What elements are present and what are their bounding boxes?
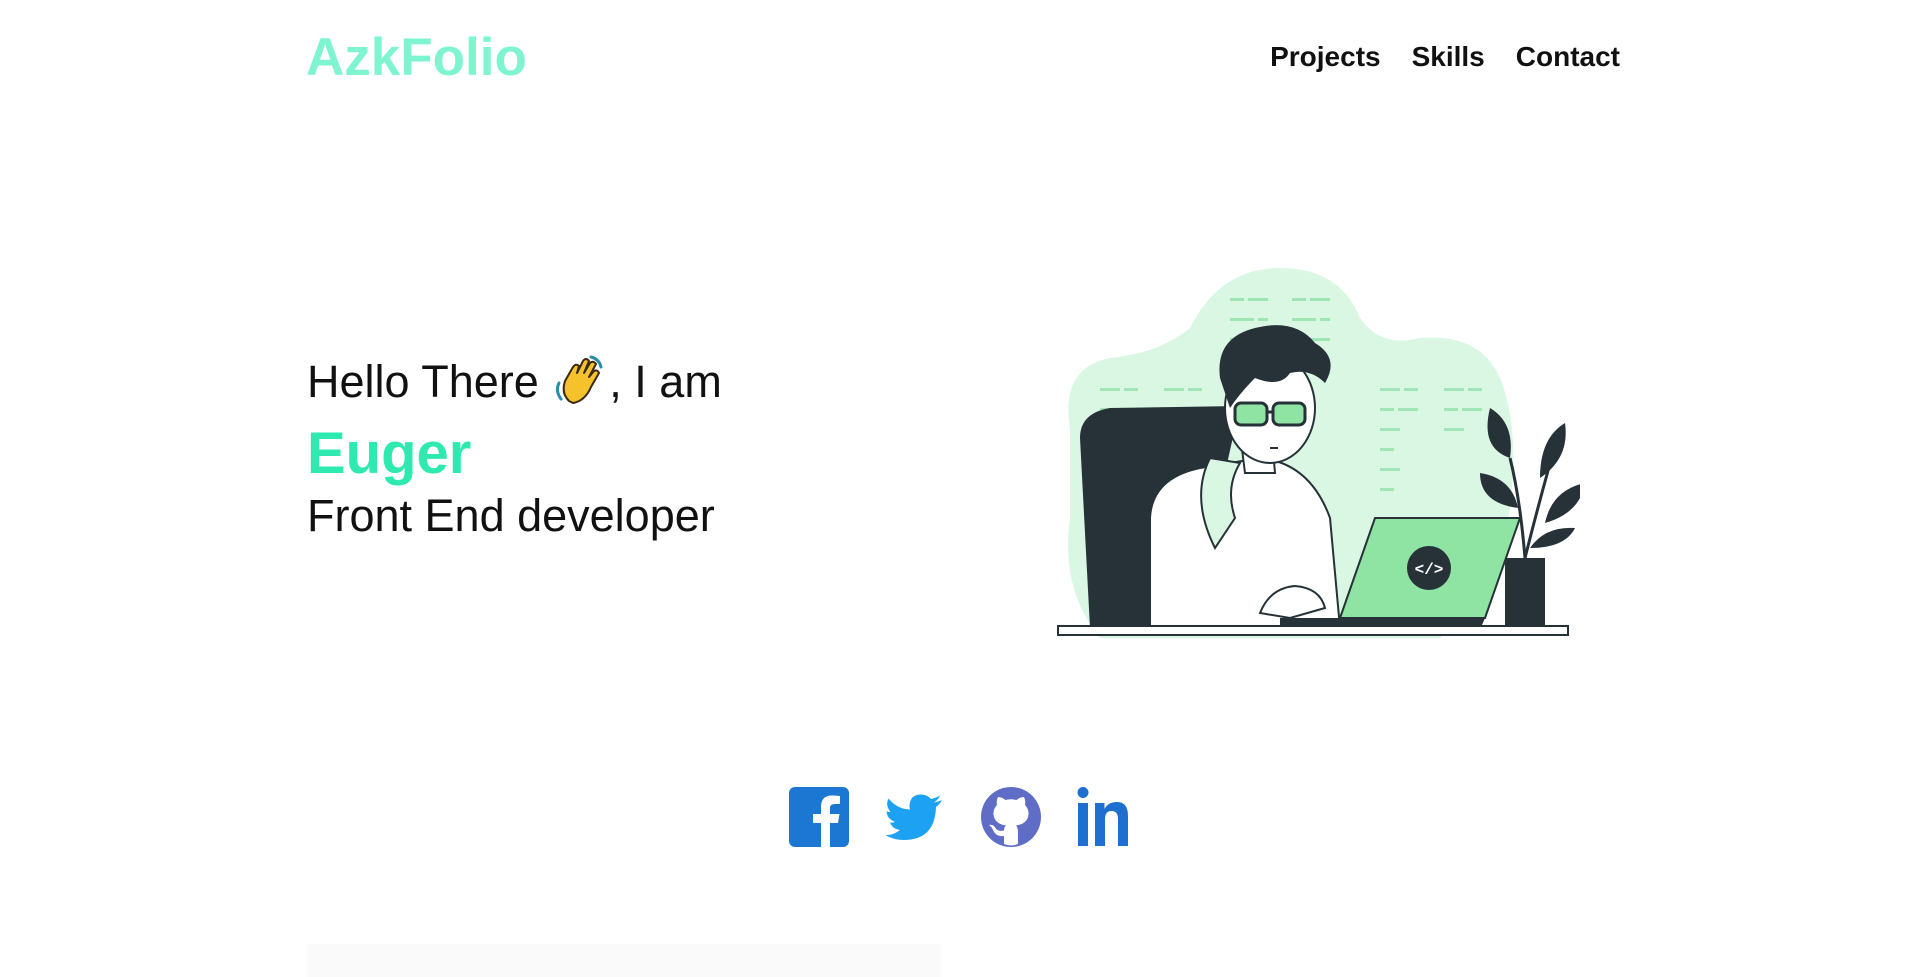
nav-link-skills[interactable]: Skills: [1412, 41, 1485, 73]
nav-link-contact[interactable]: Contact: [1516, 41, 1620, 73]
portfolio-page: AzkFolio Projects Skills Contact Hello T…: [0, 0, 1920, 977]
svg-text:</>: </>: [1415, 561, 1444, 579]
greeting-text-after: , I am: [609, 356, 722, 407]
main-nav: Projects Skills Contact: [1270, 41, 1620, 73]
facebook-icon[interactable]: [788, 786, 850, 848]
github-icon[interactable]: [980, 786, 1042, 848]
social-links: [788, 786, 1138, 848]
developer-illustration: </>: [1040, 258, 1585, 658]
twitter-icon[interactable]: [884, 786, 946, 848]
site-header: AzkFolio Projects Skills Contact: [306, 22, 1620, 92]
hero-name: Euger: [307, 421, 472, 486]
section-card-placeholder: [307, 944, 941, 977]
linkedin-icon[interactable]: [1076, 786, 1138, 848]
hero-role: Front End developer: [307, 490, 715, 541]
hero-intro: Hello There , I am Euger Front End devel…: [307, 352, 722, 542]
hero-greeting: Hello There , I am: [307, 352, 722, 412]
greeting-text-before: Hello There: [307, 356, 552, 407]
site-logo[interactable]: AzkFolio: [306, 31, 527, 84]
waving-hand-icon: [551, 353, 607, 407]
nav-link-projects[interactable]: Projects: [1270, 41, 1381, 73]
